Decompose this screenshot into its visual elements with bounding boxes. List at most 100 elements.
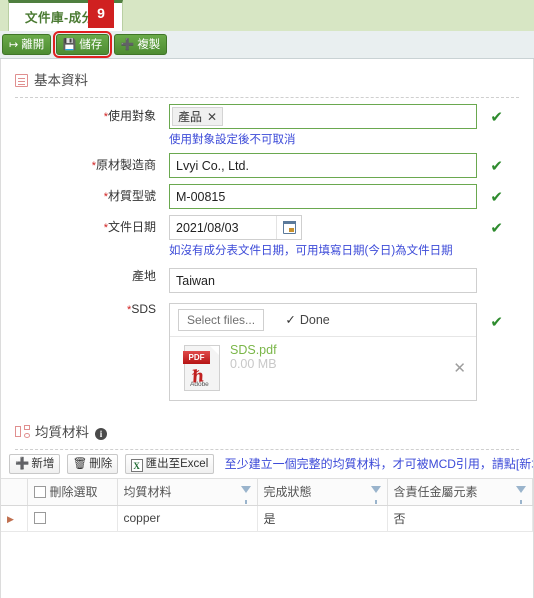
select-all-checkbox[interactable] — [33, 486, 46, 499]
grid-toolbar: ➕ 新增 🗑 刪除 X 匯出至Excel 至少建立一個完整的均質材料，才可被MCD引用… — [1, 450, 533, 478]
info-icon[interactable]: i — [95, 428, 107, 440]
tab-strip: 文件庫-成分表 9 — [0, 0, 534, 31]
delete-row-label: 刪除 — [89, 458, 113, 470]
column-header-delete-select[interactable]: 刪除選取 — [27, 479, 118, 506]
doc-date-label-text: 文件日期 — [107, 220, 156, 234]
sds-label: *SDS — [1, 302, 156, 316]
field-row-manufacturer: *原材製造商 ✔ — [1, 147, 533, 178]
target-label: *使用對象 — [1, 107, 156, 124]
doc-date-valid-check-icon: ✔ — [490, 220, 503, 237]
model-label-text: 材質型號 — [107, 189, 156, 203]
add-row-button[interactable]: ➕ 新增 — [9, 454, 61, 474]
column-header-status[interactable]: 完成狀態 — [257, 479, 388, 506]
adobe-brand-label: Adobe — [190, 381, 209, 388]
doc-date-picker[interactable] — [169, 215, 302, 240]
exit-icon: ↦ — [9, 39, 19, 51]
pdf-type-label: PDF — [183, 351, 210, 364]
calendar-button[interactable] — [276, 216, 301, 239]
target-tag-label: 產品 — [178, 110, 203, 124]
remove-file-icon[interactable]: ✕ — [453, 359, 466, 377]
filter-icon[interactable] — [240, 486, 251, 504]
sds-label-text: SDS — [131, 302, 156, 316]
manufacturer-valid-check-icon: ✔ — [490, 158, 503, 175]
grid-body: ▶ copper 是 否 — [1, 505, 533, 532]
save-disk-icon: 💾 — [62, 39, 77, 51]
pdf-file-icon: PDF ℏ Adobe — [183, 345, 220, 391]
row-status-value: 是 — [257, 505, 388, 532]
origin-label: 產地 — [131, 269, 156, 283]
row-checkbox[interactable] — [33, 512, 46, 524]
column-header-metal[interactable]: 含責任金屬元素 — [387, 479, 533, 506]
sds-file-list: PDF ℏ Adobe SDS.pdf 0.00 MB ✕ — [170, 337, 476, 400]
manufacturer-input[interactable] — [169, 153, 477, 178]
save-button-label: 儲存 — [79, 39, 103, 51]
action-toolbar: ↦ 離開 💾 儲存 ➕ 複製 — [0, 31, 534, 59]
sds-done-status: ✓ Done — [285, 312, 329, 327]
sds-file-name[interactable]: SDS.pdf — [230, 343, 277, 357]
plus-icon: ➕ — [15, 458, 30, 470]
sds-valid-check-icon: ✔ — [490, 314, 503, 331]
filter-icon[interactable] — [370, 486, 381, 504]
hierarchy-icon — [15, 425, 30, 439]
doc-date-hint: 如沒有成分表文件日期，可用填寫日期(今日)為文件日期 — [169, 245, 453, 257]
model-label: *材質型號 — [1, 187, 156, 204]
field-row-sds: *SDS Select files... ✓ Done PDF ℏ Adobe S… — [1, 293, 533, 401]
column-header-status-label: 完成狀態 — [263, 485, 312, 500]
column-header-expander — [1, 479, 28, 506]
expand-arrow-icon[interactable]: ▶ — [7, 514, 14, 524]
homogeneous-section-title: 均質材料 — [35, 425, 89, 440]
field-row-model: *材質型號 ✔ — [1, 178, 533, 209]
table-row[interactable]: ▶ copper 是 否 — [1, 505, 533, 532]
target-tag-remove-icon[interactable]: ✕ — [207, 110, 217, 124]
target-hint: 使用對象設定後不可取消 — [169, 134, 296, 146]
field-row-origin: 產地 — [1, 258, 533, 293]
export-excel-label: 匯出至Excel — [145, 458, 209, 470]
target-label-text: 使用對象 — [107, 109, 156, 123]
grid-table: 刪除選取 均質材料 完成狀態 含責任金屬元素 ▶ copper 是 否 — [1, 479, 533, 532]
model-input[interactable] — [169, 184, 477, 209]
homogeneous-section-header: 均質材料 i — [1, 411, 533, 447]
sds-upload-box: Select files... ✓ Done PDF ℏ Adobe SDS.pd… — [169, 303, 477, 401]
row-expander-cell[interactable]: ▶ — [1, 505, 28, 532]
copy-button[interactable]: ➕ 複製 — [113, 34, 168, 55]
export-excel-button[interactable]: X 匯出至Excel — [124, 454, 215, 474]
row-metal-value: 否 — [387, 505, 533, 532]
grid-header: 刪除選取 均質材料 完成狀態 含責任金屬元素 — [1, 479, 533, 506]
select-files-button[interactable]: Select files... — [178, 309, 265, 331]
plus-icon: ➕ — [120, 39, 135, 51]
manufacturer-label: *原材製造商 — [1, 156, 156, 173]
calendar-icon — [283, 221, 296, 234]
origin-input[interactable] — [169, 268, 477, 293]
column-header-delete-select-label: 刪除選取 — [49, 485, 98, 500]
basic-data-section-header: 基本資料 — [1, 59, 533, 95]
target-valid-check-icon: ✔ — [490, 109, 503, 126]
manufacturer-label-text: 原材製造商 — [95, 158, 156, 172]
sds-done-label: Done — [299, 313, 330, 327]
basic-data-section-title: 基本資料 — [34, 73, 88, 88]
column-header-material-label: 均質材料 — [123, 485, 172, 500]
sds-upload-header: Select files... ✓ Done — [170, 304, 476, 337]
model-valid-check-icon: ✔ — [490, 189, 503, 206]
filter-icon[interactable] — [516, 486, 526, 504]
target-input[interactable]: 產品 ✕ — [169, 104, 477, 129]
form-canvas: 基本資料 *使用對象 產品 ✕ ✔ 使用對象設定後不可取消 *原材製造商 ✔ *材… — [0, 59, 534, 598]
row-material-link[interactable]: copper — [117, 505, 258, 532]
field-row-target: *使用對象 產品 ✕ ✔ — [1, 98, 533, 129]
exit-button[interactable]: ↦ 離開 — [2, 34, 52, 55]
exit-button-label: 離開 — [21, 39, 45, 51]
grid-hint-note: 至少建立一個完整的均質材料，才可被MCD引用，請點[新增]建立。 — [224, 457, 533, 471]
target-tag[interactable]: 產品 ✕ — [172, 107, 224, 126]
copy-button-label: 複製 — [137, 39, 161, 51]
column-header-material[interactable]: 均質材料 — [117, 479, 258, 506]
column-header-metal-label: 含責任金屬元素 — [393, 485, 478, 500]
field-row-doc-date: *文件日期 ✔ — [1, 209, 533, 240]
tab-badge-count: 9 — [88, 0, 114, 28]
sds-file-size: 0.00 MB — [230, 357, 277, 371]
save-button[interactable]: 💾 儲存 — [52, 31, 113, 58]
check-icon: ✓ — [285, 313, 296, 327]
excel-icon: X — [130, 459, 143, 472]
trash-icon: 🗑 — [72, 458, 88, 470]
row-select-cell[interactable] — [27, 505, 118, 532]
delete-row-button[interactable]: 🗑 刪除 — [66, 454, 119, 474]
add-row-label: 新增 — [31, 458, 55, 470]
